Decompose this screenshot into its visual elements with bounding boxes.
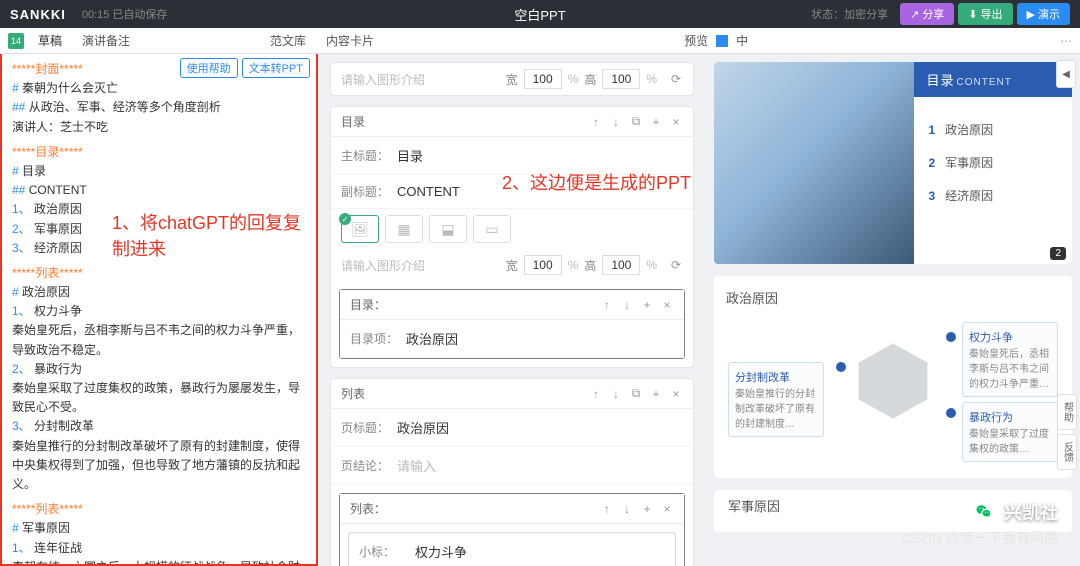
- move-down-icon[interactable]: ↓: [609, 387, 623, 401]
- outline-panel[interactable]: 使用帮助 文本转PPT *****封面*****# 秦朝为什么会灭亡## 从政治…: [0, 54, 318, 566]
- check-icon: ✓: [339, 213, 351, 225]
- layout-thumb-grid[interactable]: ▦: [385, 215, 423, 243]
- duplicate-icon[interactable]: ⧉: [629, 114, 643, 129]
- slide-toc[interactable]: 目录CONTENT 1政治原因 2军事原因 3经济原因 2: [714, 62, 1072, 264]
- list-card-1: 列表 ↑ ↓ ⧉ + × 页标题：政治原因 页结论：请输入 列表： ↑ ↓ + …: [330, 378, 694, 566]
- tab-draft[interactable]: 草稿: [28, 28, 72, 53]
- page-number-badge: 2: [1050, 247, 1066, 260]
- more-menu-icon[interactable]: ⋯: [1060, 34, 1072, 48]
- diagram-node: [946, 408, 956, 418]
- top-dimensions-row: 请输入图形介绍 宽100% 高100% ⟳: [330, 62, 694, 96]
- toc-height-input[interactable]: 100: [602, 255, 640, 275]
- document-title[interactable]: 空白PPT: [514, 5, 565, 24]
- slide-title: 政治原因: [726, 288, 1060, 307]
- diagram-node: [946, 332, 956, 342]
- collapse-icon[interactable]: ◀: [1056, 60, 1076, 88]
- preview-label: 预览: [684, 32, 708, 49]
- close-icon[interactable]: ×: [669, 387, 683, 401]
- image-desc-placeholder[interactable]: 请输入图形介绍: [341, 257, 500, 274]
- layout-thumb-image[interactable]: ✓🖼: [341, 215, 379, 243]
- hexagon-graphic: [853, 341, 933, 421]
- preview-panel: 目录CONTENT 1政治原因 2军事原因 3经济原因 2 政治原因 分封制改革 秦…: [706, 54, 1080, 566]
- wechat-watermark: 兴凯社: [970, 498, 1058, 526]
- export-icon: ⬇: [968, 8, 977, 21]
- close-icon[interactable]: ×: [660, 502, 674, 516]
- layout-thumb-chart[interactable]: ⬓: [429, 215, 467, 243]
- subtitle-input[interactable]: 权力斗争: [415, 539, 665, 564]
- add-icon[interactable]: +: [649, 115, 663, 129]
- feedback-side-button[interactable]: 反馈: [1057, 434, 1077, 470]
- move-up-icon[interactable]: ↑: [600, 502, 614, 516]
- move-up-icon[interactable]: ↑: [589, 115, 603, 129]
- lang-label[interactable]: 中: [736, 32, 748, 49]
- app-logo: SANKKI: [10, 7, 66, 22]
- text-to-ppt-button[interactable]: 文本转PPT: [242, 58, 310, 78]
- add-icon[interactable]: +: [640, 298, 654, 312]
- add-icon[interactable]: +: [640, 502, 654, 516]
- close-icon[interactable]: ×: [669, 115, 683, 129]
- play-icon: ▶: [1027, 8, 1035, 21]
- slide-title: 军事原因: [728, 496, 780, 515]
- refresh-icon[interactable]: ⟳: [669, 258, 683, 272]
- page-title-input[interactable]: 政治原因: [397, 415, 683, 440]
- card-title: 目录: [341, 113, 365, 130]
- save-status: 00:15 已自动保存: [82, 6, 168, 22]
- toc-width-input[interactable]: 100: [524, 255, 562, 275]
- toc-card: 目录 ↑ ↓ ⧉ + × 主标题：目录 副标题：CONTENT ✓🖼 ▦ ⬓ ▭…: [330, 106, 694, 368]
- toc-items-subcard: 目录： ↑ ↓ + × 目录项：政治原因: [339, 289, 685, 359]
- usage-help-button[interactable]: 使用帮助: [180, 58, 238, 78]
- toc-item: 2军事原因: [928, 154, 1058, 171]
- refresh-icon[interactable]: ⟳: [669, 72, 683, 86]
- move-down-icon[interactable]: ↓: [620, 298, 634, 312]
- slide-image: [714, 62, 914, 264]
- layout-thumb-video[interactable]: ▭: [473, 215, 511, 243]
- top-bar: SANKKI 00:15 已自动保存 空白PPT 状态：加密分享 ↗分享 ⬇导出…: [0, 0, 1080, 28]
- share-icon: ↗: [910, 8, 919, 21]
- move-down-icon[interactable]: ↓: [609, 115, 623, 129]
- tab-library[interactable]: 范文库: [260, 28, 316, 53]
- present-button[interactable]: ▶演示: [1017, 3, 1070, 25]
- width-input[interactable]: 100: [524, 69, 562, 89]
- main-title-input[interactable]: 目录: [397, 143, 683, 168]
- help-side-button[interactable]: 帮助: [1057, 394, 1077, 430]
- slide-toc-header: 目录CONTENT: [914, 62, 1072, 97]
- tab-bar: 14 草稿 演讲备注 范文库 内容卡片 预览 中 ⋯: [0, 28, 1080, 54]
- tab-content-cards[interactable]: 内容卡片: [316, 28, 384, 53]
- csdn-watermark: CSDN @等一下我有问题: [902, 528, 1058, 548]
- share-button[interactable]: ↗分享: [900, 3, 954, 25]
- export-button[interactable]: ⬇导出: [958, 3, 1012, 25]
- move-up-icon[interactable]: ↑: [589, 387, 603, 401]
- list-items-subcard: 列表： ↑ ↓ + × 小标：权力斗争 描述：秦始皇死后，丞相李斯与吕不韦之间的…: [339, 493, 685, 566]
- toc-item-input[interactable]: 政治原因: [406, 326, 674, 351]
- height-input[interactable]: 100: [602, 69, 640, 89]
- duplicate-icon[interactable]: ⧉: [629, 386, 643, 401]
- annotation-2: 2、这边便是生成的PPT: [502, 169, 691, 195]
- toc-item: 1政治原因: [928, 121, 1058, 138]
- slide-diagram[interactable]: 政治原因 分封制改革 秦始皇推行的分封制改革破坏了原有的封建制度… 权力斗争 秦…: [714, 276, 1072, 478]
- add-icon[interactable]: +: [649, 387, 663, 401]
- close-icon[interactable]: ×: [660, 298, 674, 312]
- tab-notes[interactable]: 演讲备注: [72, 28, 140, 53]
- diagram-node: [836, 362, 846, 372]
- wechat-icon: [970, 498, 998, 526]
- conclusion-input[interactable]: 请输入: [397, 453, 683, 478]
- draft-indicator-icon: 14: [8, 33, 24, 49]
- preview-toggle-icon[interactable]: [716, 35, 728, 47]
- share-status: 状态：加密分享: [811, 6, 888, 22]
- editor-panel: 2、这边便是生成的PPT 请输入图形介绍 宽100% 高100% ⟳ 目录 ↑ …: [318, 54, 706, 566]
- annotation-1: 1、将chatGPT的回复复制进来: [112, 209, 316, 261]
- move-up-icon[interactable]: ↑: [600, 298, 614, 312]
- toc-item: 3经济原因: [928, 187, 1058, 204]
- move-down-icon[interactable]: ↓: [620, 502, 634, 516]
